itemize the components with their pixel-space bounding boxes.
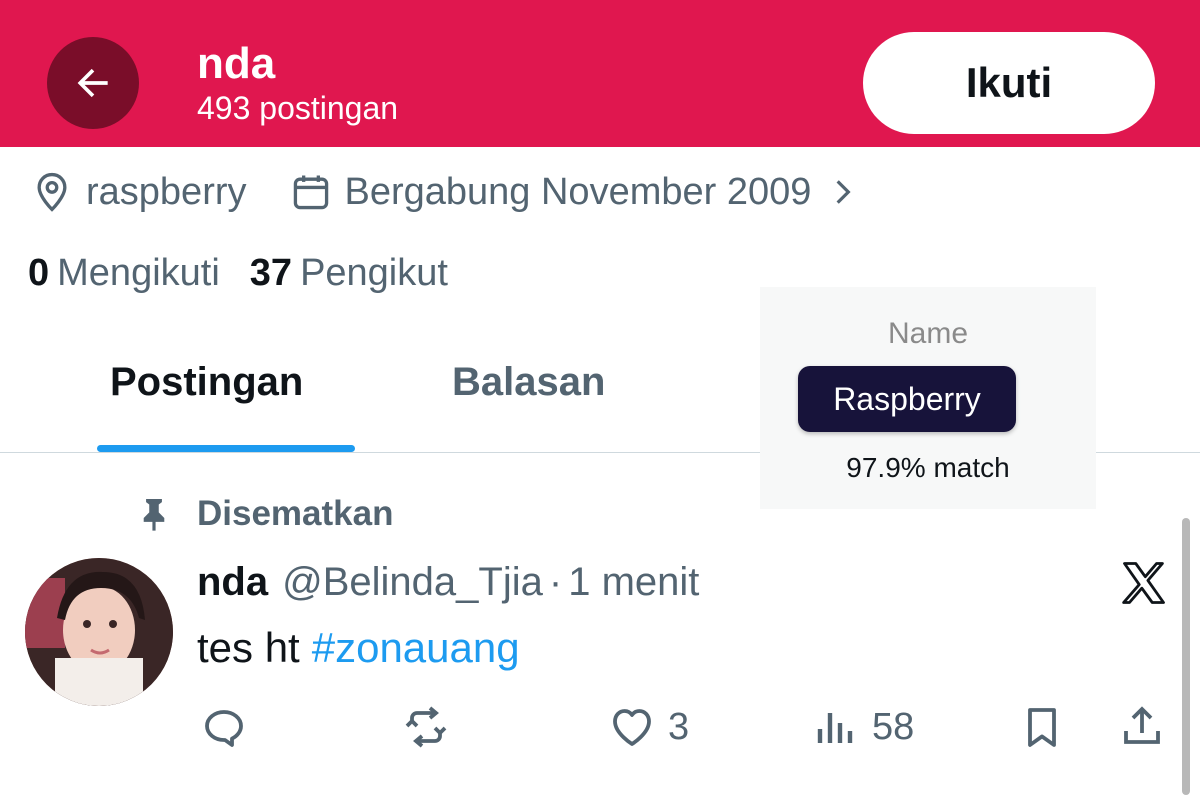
back-button[interactable] <box>47 37 139 129</box>
calendar-icon <box>293 175 328 210</box>
post-text: tes ht #zonauang <box>197 622 520 674</box>
tab-posts[interactable]: Postingan <box>110 360 303 405</box>
reply-button[interactable] <box>200 702 248 752</box>
location-item: raspberry <box>30 170 247 214</box>
tab-replies[interactable]: Balasan <box>452 360 605 405</box>
share-button[interactable] <box>1118 702 1166 752</box>
follow-button[interactable]: Ikuti <box>863 32 1155 134</box>
overlay-name-chip: Raspberry <box>798 366 1016 432</box>
active-tab-indicator <box>97 445 355 452</box>
post-header: nda @Belinda_Tjia · 1 menit <box>197 557 699 607</box>
views-button[interactable]: 58 <box>812 702 914 752</box>
like-icon <box>613 709 651 746</box>
chevron-right-icon <box>836 180 851 204</box>
share-icon <box>1124 706 1160 744</box>
like-button[interactable]: 3 <box>608 702 689 752</box>
followers-stat[interactable]: 37 Pengikut <box>250 252 448 295</box>
name-match-overlay: Name Raspberry 97.9% match <box>760 287 1096 509</box>
post-separator: · <box>548 560 563 604</box>
header-post-count: 493 postingan <box>197 90 399 126</box>
joined-date-label: Bergabung November 2009 <box>344 170 812 213</box>
back-arrow-icon <box>77 68 108 98</box>
views-count: 58 <box>872 705 915 748</box>
avatar-photo <box>25 558 173 706</box>
profile-meta-row: raspberry Bergabung November 2009 <box>30 166 859 218</box>
post-body: tes ht <box>197 624 300 671</box>
bookmark-button[interactable] <box>1018 702 1066 752</box>
views-icon <box>817 713 853 743</box>
followers-label: Pengikut <box>300 252 448 294</box>
following-label: Mengikuti <box>57 252 220 294</box>
post-timestamp[interactable]: 1 menit <box>568 557 699 607</box>
header-profile-name: nda <box>197 39 276 88</box>
pin-icon <box>143 498 165 531</box>
profile-header: nda 493 postingan Ikuti <box>0 0 1200 147</box>
post-hashtag[interactable]: #zonauang <box>312 624 520 671</box>
repost-button[interactable] <box>402 702 450 752</box>
scrollbar[interactable] <box>1182 518 1190 795</box>
avatar[interactable] <box>25 558 173 706</box>
bookmark-icon <box>1028 708 1056 747</box>
following-stat[interactable]: 0 Mengikuti <box>28 252 220 295</box>
following-count: 0 <box>28 252 50 294</box>
location-label: raspberry <box>86 170 247 213</box>
pinned-label: Disematkan <box>197 494 394 533</box>
pinned-indicator: Disematkan <box>135 494 393 534</box>
follow-stats: 0 Mengikuti 37 Pengikut <box>28 252 448 295</box>
location-pin-icon <box>37 172 67 212</box>
overlay-match-score: 97.9% match <box>846 452 1010 483</box>
post-author-name[interactable]: nda <box>197 557 268 607</box>
x-logo-icon <box>1122 562 1165 604</box>
post-author-handle[interactable]: @Belinda_Tjia <box>282 557 543 607</box>
repost-icon <box>405 706 447 748</box>
followers-count: 37 <box>249 252 293 294</box>
joined-item[interactable]: Bergabung November 2009 <box>289 170 860 214</box>
overlay-title: Name <box>887 317 969 350</box>
reply-icon <box>205 710 243 747</box>
like-count: 3 <box>668 705 690 748</box>
